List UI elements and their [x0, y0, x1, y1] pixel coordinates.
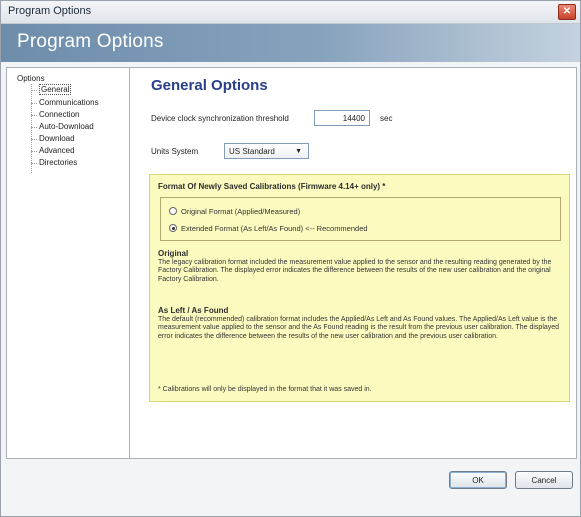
- tree-item-connection[interactable]: Connection: [31, 110, 79, 120]
- original-format-radio[interactable]: Original Format (Applied/Measured): [169, 207, 300, 216]
- tree-item-label: Connection: [39, 110, 80, 119]
- tree-item-download[interactable]: Download: [31, 134, 75, 144]
- clock-threshold-input[interactable]: 14400: [314, 110, 370, 126]
- units-system-value: US Standard: [229, 147, 275, 156]
- as-left-description: The default (recommended) calibration fo…: [158, 316, 560, 340]
- page-title: General Options: [151, 77, 268, 94]
- tree-item-label: Auto-Download: [39, 122, 94, 131]
- clock-threshold-unit: sec: [380, 114, 393, 123]
- program-options-window: Program Options ✕ Program Options Option…: [0, 0, 581, 517]
- tree-root-options[interactable]: Options: [17, 74, 45, 83]
- tree-item-auto-download[interactable]: Auto-Download: [31, 122, 94, 132]
- original-description: The legacy calibration format included t…: [158, 259, 552, 283]
- tree-item-label: Directories: [39, 158, 78, 167]
- tree-item-advanced[interactable]: Advanced: [31, 146, 75, 156]
- units-system-label: Units System: [151, 147, 199, 156]
- original-heading: Original: [158, 249, 189, 258]
- header-banner: Program Options: [1, 24, 580, 62]
- extended-format-radio[interactable]: Extended Format (As Left/As Found) <-- R…: [169, 224, 368, 233]
- window-title: Program Options: [8, 5, 92, 17]
- options-tree: Options General Communications Connectio…: [7, 68, 130, 458]
- as-left-heading: As Left / As Found: [158, 306, 229, 315]
- tree-item-label: Download: [39, 134, 75, 143]
- original-format-label: Original Format (Applied/Measured): [181, 207, 301, 216]
- tree-item-label: Communications: [39, 98, 99, 107]
- calibration-footnote: * Calibrations will only be displayed in…: [158, 386, 372, 393]
- ok-button[interactable]: OK: [449, 471, 507, 489]
- cancel-button[interactable]: Cancel: [515, 471, 573, 489]
- tree-item-label: Advanced: [39, 146, 75, 155]
- tree-item-general[interactable]: General: [31, 84, 72, 95]
- clock-threshold-label: Device clock synchronization threshold: [151, 114, 289, 123]
- close-icon[interactable]: ✕: [558, 4, 576, 20]
- radio-checked-icon: [169, 224, 177, 232]
- tree-item-communications[interactable]: Communications: [31, 98, 99, 108]
- title-bar[interactable]: Program Options ✕: [1, 1, 580, 24]
- calibration-format-title: Format Of Newly Saved Calibrations (Firm…: [158, 182, 386, 191]
- units-system-select[interactable]: US Standard ▼: [224, 143, 309, 159]
- radio-unchecked-icon: [169, 207, 177, 215]
- general-options-panel: General Options Device clock synchroniza…: [131, 68, 576, 458]
- chevron-down-icon: ▼: [295, 148, 302, 155]
- tree-item-label: General: [39, 84, 72, 95]
- options-content: Options General Communications Connectio…: [6, 67, 577, 459]
- format-radio-group: Original Format (Applied/Measured) Exten…: [160, 197, 561, 241]
- calibration-format-panel: Format Of Newly Saved Calibrations (Firm…: [149, 174, 570, 402]
- tree-item-directories[interactable]: Directories: [31, 158, 77, 168]
- banner-title: Program Options: [17, 31, 164, 52]
- extended-format-label: Extended Format (As Left/As Found) <-- R…: [181, 224, 368, 233]
